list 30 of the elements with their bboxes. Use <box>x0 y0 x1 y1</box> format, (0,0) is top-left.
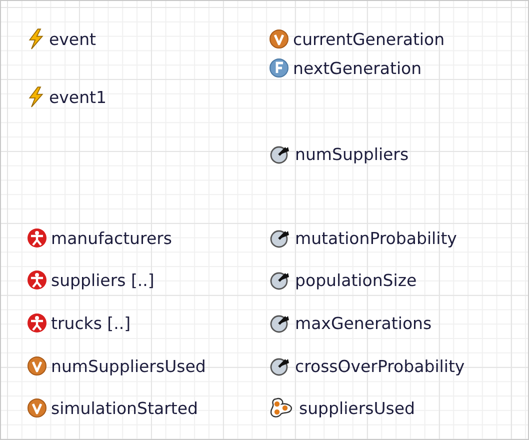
parameter-icon <box>269 144 291 164</box>
element-label[interactable]: suppliers [..] <box>51 270 154 290</box>
element-label[interactable]: crossOverProbability <box>295 356 465 376</box>
lightning-icon <box>27 85 45 109</box>
lightning-icon <box>27 27 45 51</box>
person-icon <box>27 313 47 333</box>
collection-icon <box>269 397 295 419</box>
element-label[interactable]: nextGeneration <box>293 58 422 78</box>
variable-icon <box>269 29 289 49</box>
parameter-icon <box>269 313 291 333</box>
person-icon <box>27 270 47 290</box>
element-label[interactable]: trucks [..] <box>51 314 131 332</box>
element-label[interactable]: simulationStarted <box>51 398 198 418</box>
parameter-icon <box>269 270 291 290</box>
element-label[interactable]: suppliersUsed <box>299 398 415 418</box>
element-label[interactable]: manufacturers <box>51 228 172 248</box>
element-label[interactable]: maxGenerations <box>295 314 432 332</box>
parameter-icon <box>269 356 291 376</box>
function-icon <box>269 58 289 78</box>
element-label[interactable]: currentGeneration <box>293 30 445 48</box>
element-label[interactable]: numSuppliersUsed <box>51 356 206 376</box>
person-icon <box>27 228 47 248</box>
element-label[interactable]: event1 <box>49 88 106 106</box>
element-label[interactable]: numSuppliers <box>295 144 409 164</box>
variable-icon <box>27 356 47 376</box>
element-label[interactable]: populationSize <box>295 270 417 290</box>
element-label[interactable]: event <box>49 30 96 48</box>
parameter-icon <box>269 228 291 248</box>
element-label[interactable]: mutationProbability <box>295 228 457 248</box>
variable-icon <box>27 398 47 418</box>
